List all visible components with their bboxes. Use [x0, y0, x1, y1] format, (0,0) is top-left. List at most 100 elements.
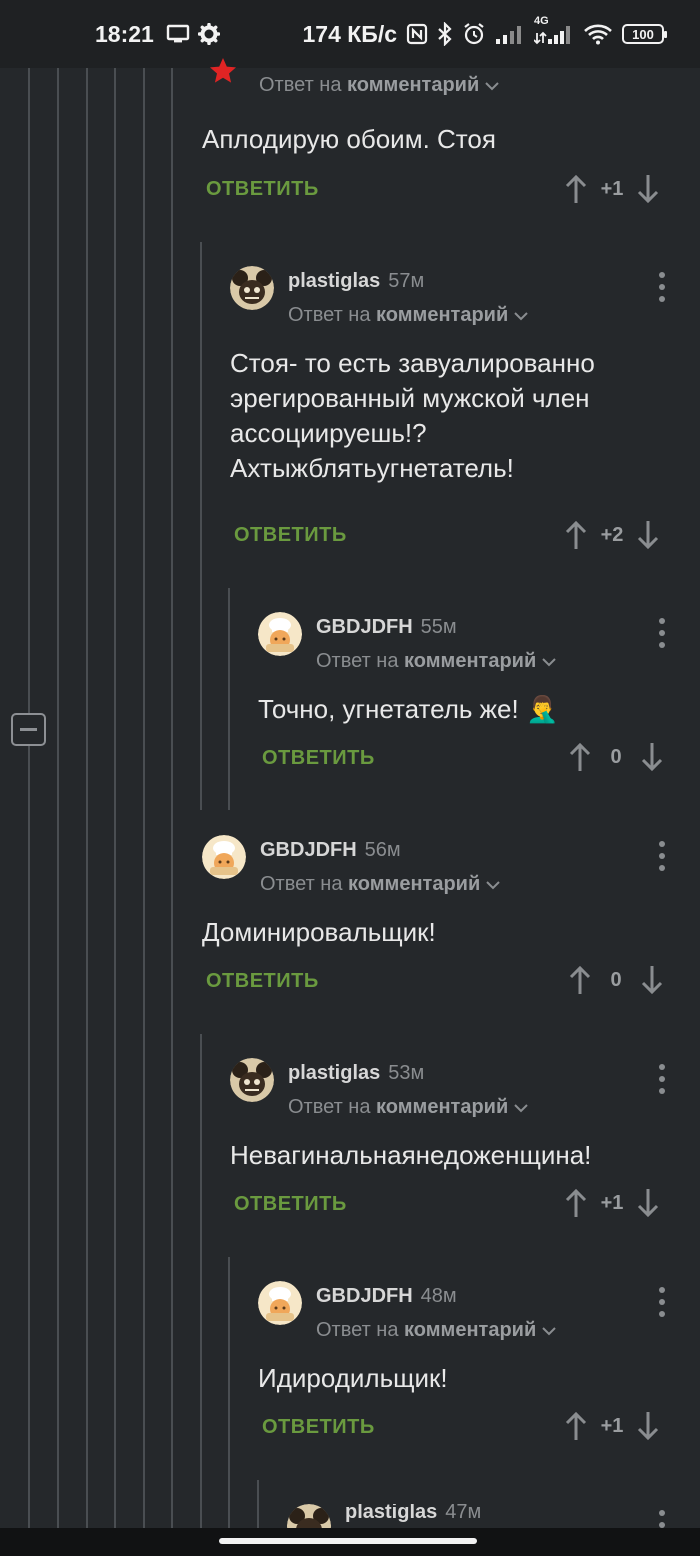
avatar[interactable]	[258, 612, 302, 656]
comment-age: 57м	[388, 270, 425, 292]
username[interactable]: plastiglas	[288, 270, 380, 292]
network-speed: 174 КБ/с	[302, 20, 397, 47]
status-time: 18:21	[95, 20, 154, 47]
thread-line	[228, 588, 230, 810]
comment-age: 55м	[420, 616, 457, 638]
username[interactable]: plastiglas	[288, 1062, 380, 1084]
thread-line	[228, 1257, 230, 1528]
downvote-arrow-icon[interactable]	[634, 518, 662, 552]
gear-icon	[197, 23, 220, 45]
more-options-icon[interactable]	[657, 841, 667, 871]
thread-line	[200, 1034, 202, 1528]
comment-author[interactable]: plastiglas 47м	[345, 1504, 481, 1524]
reply-to-link[interactable]: Ответ на комментарий	[316, 650, 556, 673]
red-star-icon	[208, 56, 238, 91]
upvote-arrow-icon[interactable]	[562, 518, 590, 552]
comment-score: 0	[610, 968, 622, 991]
chevron-down-icon	[485, 74, 499, 97]
thread-line	[257, 1480, 259, 1528]
downvote-arrow-icon[interactable]	[638, 740, 666, 774]
comment: plastiglas 57м Ответ на комментарий Стоя-…	[230, 266, 682, 556]
avatar[interactable]	[202, 835, 246, 879]
upvote-arrow-icon[interactable]	[562, 1186, 590, 1220]
battery-level: 100	[632, 26, 654, 42]
more-options-icon[interactable]	[657, 1287, 667, 1317]
upvote-arrow-icon[interactable]	[562, 1409, 590, 1443]
username[interactable]: plastiglas	[345, 1504, 437, 1523]
reply-to-link[interactable]: Ответ на комментарий	[288, 304, 528, 327]
minus-icon	[20, 728, 37, 731]
thread-line	[200, 242, 202, 810]
downvote-arrow-icon[interactable]	[634, 172, 662, 206]
reply-button[interactable]: ОТВЕТИТЬ	[234, 524, 347, 547]
thread-line	[114, 68, 116, 1528]
comment: plastiglas 53м Ответ на комментарий Неваг…	[230, 1058, 682, 1228]
reply-button[interactable]: ОТВЕТИТЬ	[206, 970, 319, 993]
more-options-icon[interactable]	[657, 618, 667, 648]
reply-button[interactable]: ОТВЕТИТЬ	[206, 178, 319, 201]
username[interactable]: GBDJDFH	[316, 616, 413, 638]
upvote-arrow-icon[interactable]	[566, 963, 594, 997]
reply-to-link[interactable]: Ответ на комментарий	[259, 74, 499, 97]
reply-to-target: комментарий	[376, 304, 509, 326]
comment-author[interactable]: GBDJDFH 48м	[316, 1285, 457, 1308]
thread-line	[171, 68, 173, 1528]
chevron-down-icon	[542, 650, 556, 673]
reply-to-target: комментарий	[348, 873, 481, 895]
vote-controls: 0	[566, 963, 666, 997]
comment-score: +1	[600, 177, 624, 200]
comment-author[interactable]: plastiglas 57м	[288, 270, 424, 293]
downvote-arrow-icon[interactable]	[634, 1409, 662, 1443]
wifi-icon	[583, 23, 613, 45]
avatar[interactable]	[230, 1058, 274, 1102]
more-options-icon[interactable]	[657, 272, 667, 302]
comment: GBDJDFH 56м Ответ на комментарий Доминиро…	[202, 835, 682, 1005]
more-options-icon[interactable]	[657, 1064, 667, 1094]
reply-button[interactable]: ОТВЕТИТЬ	[262, 747, 375, 770]
comment-score: +2	[600, 523, 624, 546]
reply-button[interactable]: ОТВЕТИТЬ	[262, 1416, 375, 1439]
comment-author[interactable]: plastiglas 53м	[288, 1062, 424, 1085]
reply-to-prefix: Ответ на	[260, 873, 343, 895]
vote-controls: +1	[562, 172, 662, 206]
reply-to-link[interactable]: Ответ на комментарий	[260, 873, 500, 896]
comment: GBDJDFH 48м Ответ на комментарий Идиродил…	[258, 1281, 682, 1451]
thread-line	[28, 68, 30, 716]
network-type: 4G	[534, 15, 549, 27]
comment-author[interactable]: GBDJDFH 55м	[316, 616, 457, 639]
upvote-arrow-icon[interactable]	[566, 740, 594, 774]
reply-to-prefix: Ответ на	[259, 74, 342, 96]
reply-button[interactable]: ОТВЕТИТЬ	[234, 1193, 347, 1216]
home-indicator[interactable]	[219, 1538, 477, 1544]
upvote-arrow-icon[interactable]	[562, 172, 590, 206]
reply-to-prefix: Ответ на	[316, 1319, 399, 1341]
reply-to-prefix: Ответ на	[316, 650, 399, 672]
username[interactable]: GBDJDFH	[316, 1285, 413, 1307]
chevron-down-icon	[486, 873, 500, 896]
comment-age: 56м	[364, 839, 401, 861]
comment-age: 47м	[445, 1504, 482, 1523]
reply-to-link[interactable]: Ответ на комментарий	[316, 1319, 556, 1342]
screen-icon	[166, 24, 190, 44]
signal-icon	[495, 23, 525, 45]
vote-controls: +1	[562, 1409, 662, 1443]
downvote-arrow-icon[interactable]	[634, 1186, 662, 1220]
comment-text: Стоя- то есть завуалированно эрегированн…	[230, 348, 595, 483]
username[interactable]: GBDJDFH	[260, 839, 357, 861]
avatar[interactable]	[230, 266, 274, 310]
comment-author[interactable]: GBDJDFH 56м	[260, 839, 401, 862]
alarm-icon	[462, 22, 486, 46]
more-options-icon[interactable]	[657, 1510, 667, 1528]
reply-to-link[interactable]: Ответ на комментарий	[288, 1096, 528, 1119]
reply-to-target: комментарий	[347, 74, 480, 96]
bluetooth-icon	[437, 22, 453, 46]
reply-to-target: комментарий	[376, 1096, 509, 1118]
reply-to-prefix: Ответ на	[288, 1096, 371, 1118]
reply-to-target: комментарий	[404, 1319, 537, 1341]
downvote-arrow-icon[interactable]	[638, 963, 666, 997]
collapse-thread-button[interactable]	[11, 713, 46, 746]
chevron-down-icon	[514, 1096, 528, 1119]
comment-text: Точно, угнетатель же! 🤦‍♂️	[258, 694, 559, 724]
avatar[interactable]	[287, 1504, 331, 1528]
avatar[interactable]	[258, 1281, 302, 1325]
